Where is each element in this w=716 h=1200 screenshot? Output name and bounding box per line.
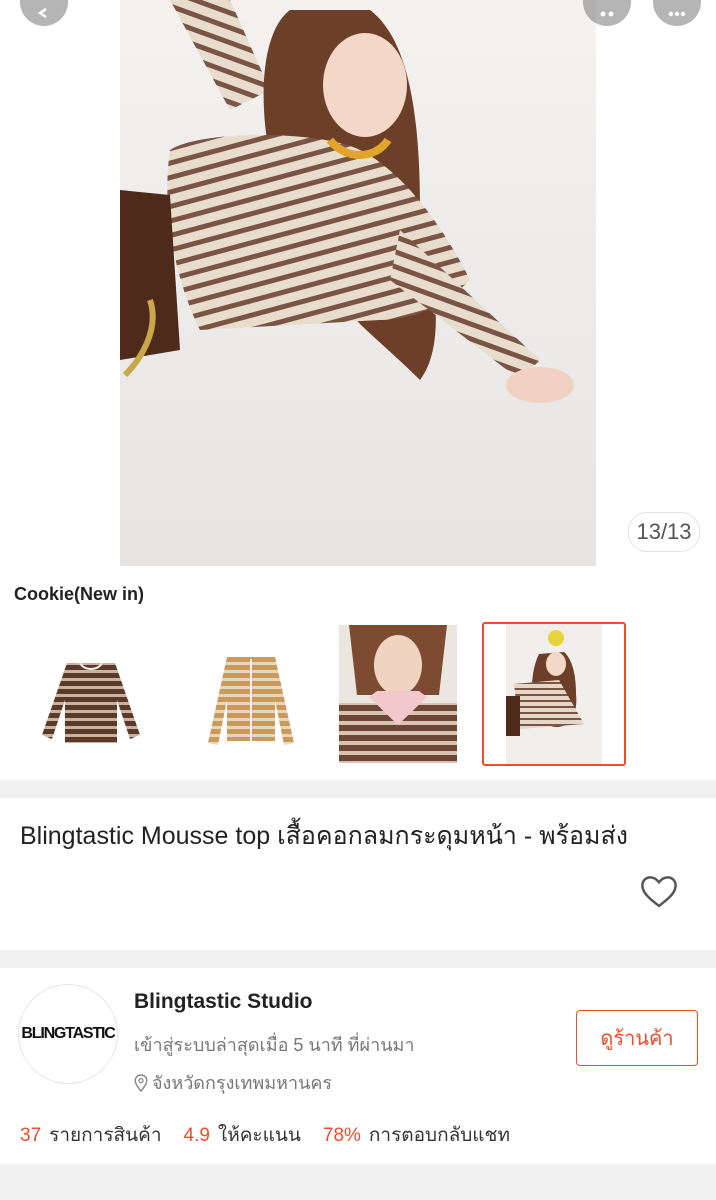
section-divider [0,1164,716,1200]
variant-label: Cookie(New in) [14,584,145,604]
stat-chat-label: การตอบกลับแชท [368,1125,510,1146]
shop-stats: 37 รายการสินค้า 4.9 ให้คะแนน 78% การตอบกลับ… [20,1120,532,1150]
thumbnail-strip [0,620,716,770]
stat-rating: 4.9 ให้คะแนน [184,1120,301,1150]
image-counter: 13/13 [628,512,700,552]
thumbnail-tan-top[interactable] [180,623,322,765]
stat-chat-rate: 78% [322,1125,361,1146]
thumbnail-brown-top[interactable] [20,623,162,765]
stat-rating-value: 4.9 [183,1125,210,1146]
back-button[interactable] [20,0,68,26]
chevron-left-icon [37,8,47,18]
shop-last-active: เข้าสู่ระบบล่าสุดเมื่อ 5 นาที ที่ผ่านมา [134,1035,415,1055]
section-divider [0,780,716,798]
brown-top-image [42,662,140,743]
thumbnail-model-closeup[interactable] [337,623,459,765]
shop-location-text: จังหวัดกรุงเทพมหานคร [152,1073,333,1093]
model-illustration [120,0,574,403]
section-divider [0,950,716,968]
more-icon [668,11,686,17]
model-closeup-image [339,625,457,763]
stat-products-label: รายการสินค้า [49,1125,162,1146]
shop-location: จังหวัดกรุงเทพมหานคร [134,1068,332,1097]
stat-products-count: 37 [20,1125,42,1146]
model-pose-image [506,624,602,764]
shop-name[interactable]: Blingtastic Studio [134,990,313,1014]
view-shop-button[interactable]: ดูร้านค้า [576,1010,698,1066]
product-main-photo[interactable] [120,0,596,566]
thumbnail-model-pose[interactable] [482,622,626,766]
stat-products: 37 รายการสินค้า [20,1120,162,1150]
product-image-gallery[interactable]: 13/13 [0,0,716,578]
tan-top-image [208,657,294,745]
shop-info-card: BLINGTASTIC Blingtastic Studio เข้าสู่ระ… [0,970,716,1160]
cart-icon [600,11,614,17]
product-title: Blingtastic Mousse top เสื้อคอกลมกระดุมห… [20,822,628,850]
stat-rating-label: ให้คะแนน [217,1125,301,1146]
stat-chat: 78% การตอบกลับแชท [323,1120,510,1150]
location-pin-icon [134,1073,148,1092]
shop-logo[interactable]: BLINGTASTIC [18,984,118,1084]
more-button[interactable] [653,0,701,26]
favorite-button[interactable] [638,870,680,912]
heart-icon [641,876,677,908]
shop-logo-text: BLINGTASTIC [21,1025,115,1042]
